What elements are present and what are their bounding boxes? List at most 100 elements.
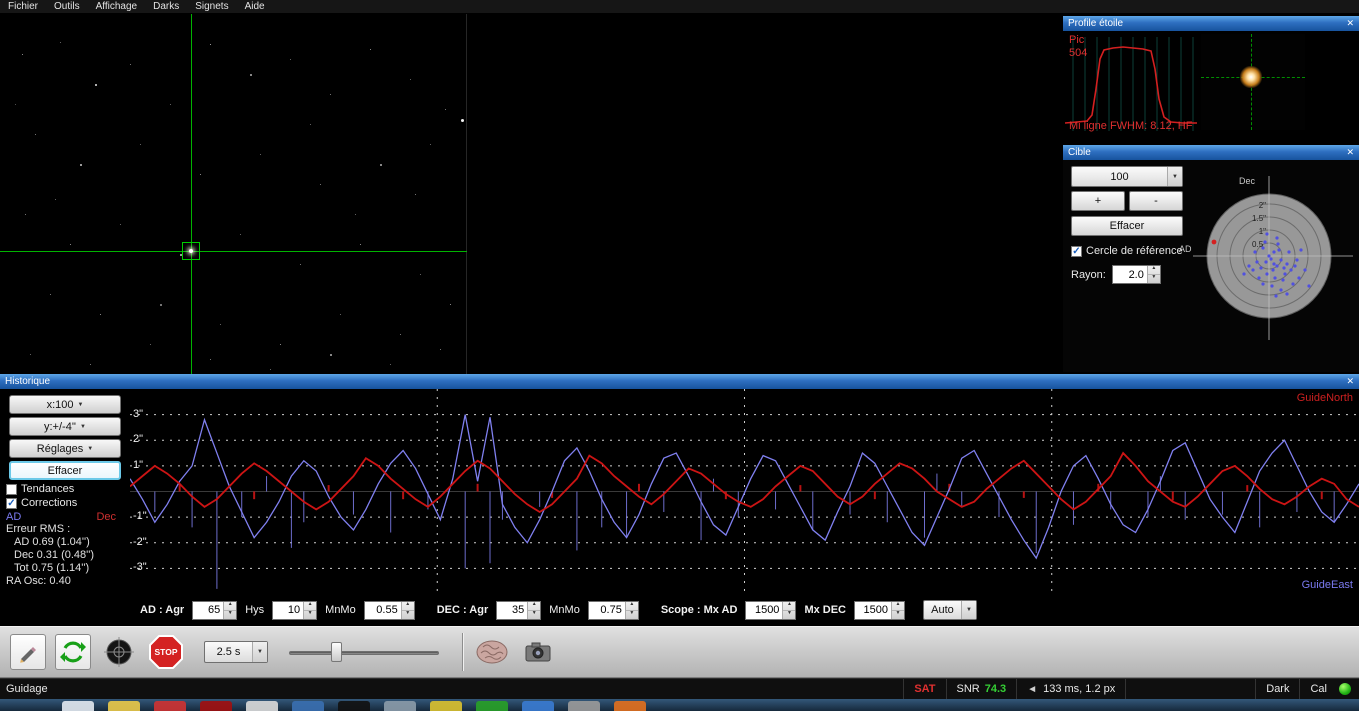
windows-taskbar[interactable]	[0, 699, 1359, 711]
menu-item-outils[interactable]: Outils	[46, 0, 88, 13]
chevron-down-icon: ▼	[80, 423, 86, 430]
snr-readout: SNR 74.3	[945, 679, 1017, 699]
max-dec-duration-spinner[interactable]: ▲▼	[854, 600, 905, 620]
taskbar-icon[interactable]	[384, 701, 416, 711]
down-arrow-icon[interactable]: ▼	[892, 610, 904, 619]
dec-aggressiveness-input[interactable]	[497, 601, 528, 619]
star	[25, 214, 26, 215]
dec-guide-mode-dropdown[interactable]: Auto ▼	[923, 600, 977, 620]
advanced-settings-button[interactable]	[473, 633, 511, 671]
taskbar-icon[interactable]	[614, 701, 646, 711]
star	[130, 64, 131, 65]
dec-minmove-input[interactable]	[588, 601, 625, 619]
reference-circle-checkbox[interactable]: ✓	[1071, 245, 1082, 257]
taskbar-icon[interactable]	[338, 701, 370, 711]
star	[220, 324, 221, 325]
reference-circle-checkbox-row[interactable]: ✓ Cercle de référence	[1071, 245, 1189, 257]
close-target-panel-button[interactable]: ✕	[1346, 148, 1354, 157]
guide-button[interactable]	[100, 633, 138, 671]
star	[260, 154, 261, 155]
down-arrow-icon[interactable]: ▼	[783, 610, 795, 619]
star	[430, 144, 431, 145]
spinner-arrows[interactable]: ▲ ▼	[1146, 266, 1160, 283]
taskbar-icon[interactable]	[430, 701, 462, 711]
spinner-arrows[interactable]: ▲ ▼	[400, 601, 414, 619]
menu-item-darks[interactable]: Darks	[145, 0, 187, 13]
menu-item-affichage[interactable]: Affichage	[88, 0, 146, 13]
taskbar-icon[interactable]	[292, 701, 324, 711]
ad-minmove-spinner[interactable]: ▲▼	[363, 600, 415, 620]
spinner-arrows[interactable]: ▲ ▼	[303, 601, 317, 619]
spinner-arrows[interactable]: ▲ ▼	[527, 601, 541, 619]
spinner-arrows[interactable]: ▲ ▼	[223, 601, 237, 619]
trend-checkbox[interactable]	[6, 483, 17, 495]
loop-exposures-button[interactable]	[55, 634, 91, 670]
target-zoom-dropdown[interactable]: 100 ▼	[1071, 166, 1183, 187]
left-arrow-icon: ◄	[1027, 683, 1038, 695]
taskbar-icon[interactable]	[200, 701, 232, 711]
history-titlebar: Historique ✕	[0, 374, 1359, 389]
ad-aggressiveness-input[interactable]	[193, 601, 224, 619]
taskbar-icon[interactable]	[154, 701, 186, 711]
down-arrow-icon[interactable]: ▼	[224, 610, 236, 619]
y-axis-label: 1"	[133, 458, 144, 471]
ad-minmove-input[interactable]	[364, 601, 401, 619]
camera-settings-button[interactable]	[520, 633, 558, 671]
loop-arrows-icon	[60, 641, 86, 663]
y-scale-dropdown[interactable]: y:+/-4'' ▼	[9, 417, 121, 436]
close-history-panel-button[interactable]: ✕	[1346, 377, 1354, 386]
corrections-checkbox-row[interactable]: ✓ Corrections	[6, 497, 130, 509]
radius-input[interactable]	[1112, 266, 1147, 283]
down-arrow-icon[interactable]: ▼	[402, 610, 414, 619]
radius-spinner[interactable]: ▲▼	[1111, 265, 1161, 284]
star	[80, 164, 82, 166]
max-ra-duration-input[interactable]	[746, 601, 783, 619]
hysteresis-spinner[interactable]: ▲▼	[272, 600, 318, 620]
stop-button[interactable]: STOP	[147, 633, 185, 671]
corrections-checkbox[interactable]: ✓	[6, 497, 17, 509]
menu-item-fichier[interactable]: Fichier	[0, 0, 46, 13]
ad-aggressiveness-spinner[interactable]: ▲▼	[192, 600, 238, 620]
taskbar-icon[interactable]	[568, 701, 600, 711]
guide-star-lock-box	[182, 242, 200, 260]
target-clear-button[interactable]: Effacer	[1071, 216, 1183, 236]
guide-camera-view[interactable]	[0, 14, 1063, 374]
max-ra-duration-spinner[interactable]: ▲▼	[745, 600, 797, 620]
max-dec-duration-input[interactable]	[855, 601, 891, 619]
camera-frame	[0, 14, 467, 374]
dec-minmove-spinner[interactable]: ▲▼	[587, 600, 639, 620]
menu-item-aide[interactable]: Aide	[237, 0, 273, 13]
star	[420, 274, 421, 275]
taskbar-icon[interactable]	[522, 701, 554, 711]
trend-checkbox-row[interactable]: Tendances	[6, 483, 130, 495]
spinner-arrows[interactable]: ▲ ▼	[624, 601, 638, 619]
guide-east-label: GuideEast	[1301, 579, 1353, 591]
settings-dropdown[interactable]: Réglages ▼	[9, 439, 121, 458]
taskbar-icon[interactable]	[62, 701, 94, 711]
down-arrow-icon[interactable]: ▼	[528, 610, 540, 619]
down-arrow-icon[interactable]: ▼	[304, 610, 316, 619]
toolbar-separator	[462, 633, 464, 671]
dec-aggressiveness-spinner[interactable]: ▲▼	[496, 600, 542, 620]
x-scale-dropdown[interactable]: x:100 ▼	[9, 395, 121, 414]
slider-thumb[interactable]	[331, 642, 342, 662]
spinner-arrows[interactable]: ▲ ▼	[891, 601, 904, 619]
down-arrow-icon[interactable]: ▼	[626, 610, 638, 619]
menu-item-signets[interactable]: Signets	[187, 0, 236, 13]
hysteresis-input[interactable]	[273, 601, 304, 619]
taskbar-icon[interactable]	[476, 701, 508, 711]
spinner-arrows[interactable]: ▲ ▼	[782, 601, 796, 619]
close-profile-panel-button[interactable]: ✕	[1346, 19, 1354, 28]
exposure-duration-dropdown[interactable]: 2.5 s ▼	[204, 641, 268, 663]
taskbar-icon[interactable]	[246, 701, 278, 711]
gamma-slider[interactable]	[289, 640, 439, 664]
guide-north-label: GuideNorth	[1296, 392, 1353, 404]
history-clear-button[interactable]: Effacer	[9, 461, 121, 480]
chevron-down-icon: ▼	[961, 601, 976, 619]
slider-track[interactable]	[289, 651, 439, 655]
camera-connect-button[interactable]	[10, 634, 46, 670]
zoom-out-button[interactable]: -	[1129, 191, 1183, 211]
taskbar-icon[interactable]	[108, 701, 140, 711]
down-arrow-icon[interactable]: ▼	[1148, 275, 1160, 283]
zoom-in-button[interactable]: +	[1071, 191, 1125, 211]
